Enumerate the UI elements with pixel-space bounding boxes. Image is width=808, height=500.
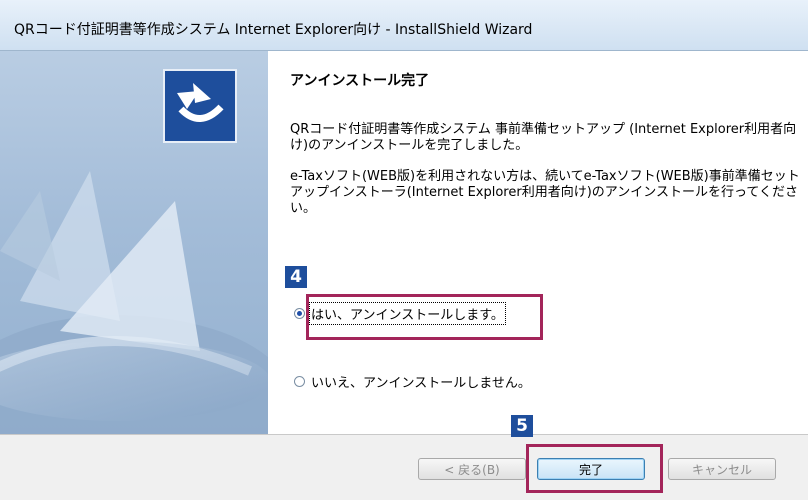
step-badge-5: 5	[511, 415, 533, 437]
step-badge-4: 4	[285, 266, 307, 288]
wizard-side-banner	[0, 51, 268, 434]
radio-no-uninstall[interactable]: いいえ、アンインストールしません。	[294, 371, 531, 391]
back-button[interactable]: < 戻る(B)	[418, 458, 526, 480]
wizard-content-pane: アンインストール完了 QRコード付証明書等作成システム 事前準備セットアップ (…	[268, 51, 808, 434]
completion-message: QRコード付証明書等作成システム 事前準備セットアップ (Internet Ex…	[290, 122, 797, 153]
radio-button-checked-icon[interactable]	[294, 307, 305, 319]
highlight-box-yes-option	[306, 294, 543, 340]
radio-no-label[interactable]: いいえ、アンインストールしません。	[311, 372, 531, 391]
installshield-logo-icon	[163, 69, 237, 143]
title-bar: QRコード付証明書等作成システム Internet Explorer向け - I…	[0, 0, 808, 51]
next-step-instruction: e-Taxソフト(WEB版)を利用されない方は、続いてe-Taxソフト(WEB版…	[290, 169, 800, 216]
cancel-button[interactable]: キャンセル	[668, 458, 776, 480]
wizard-button-bar: < 戻る(B) 完了 キャンセル	[0, 434, 808, 500]
installshield-wizard-window: QRコード付証明書等作成システム Internet Explorer向け - I…	[0, 0, 808, 500]
radio-button-unchecked-icon[interactable]	[294, 375, 305, 387]
window-title: QRコード付証明書等作成システム Internet Explorer向け - I…	[14, 22, 533, 38]
page-heading: アンインストール完了	[290, 73, 430, 89]
highlight-box-finish-button	[526, 444, 663, 493]
